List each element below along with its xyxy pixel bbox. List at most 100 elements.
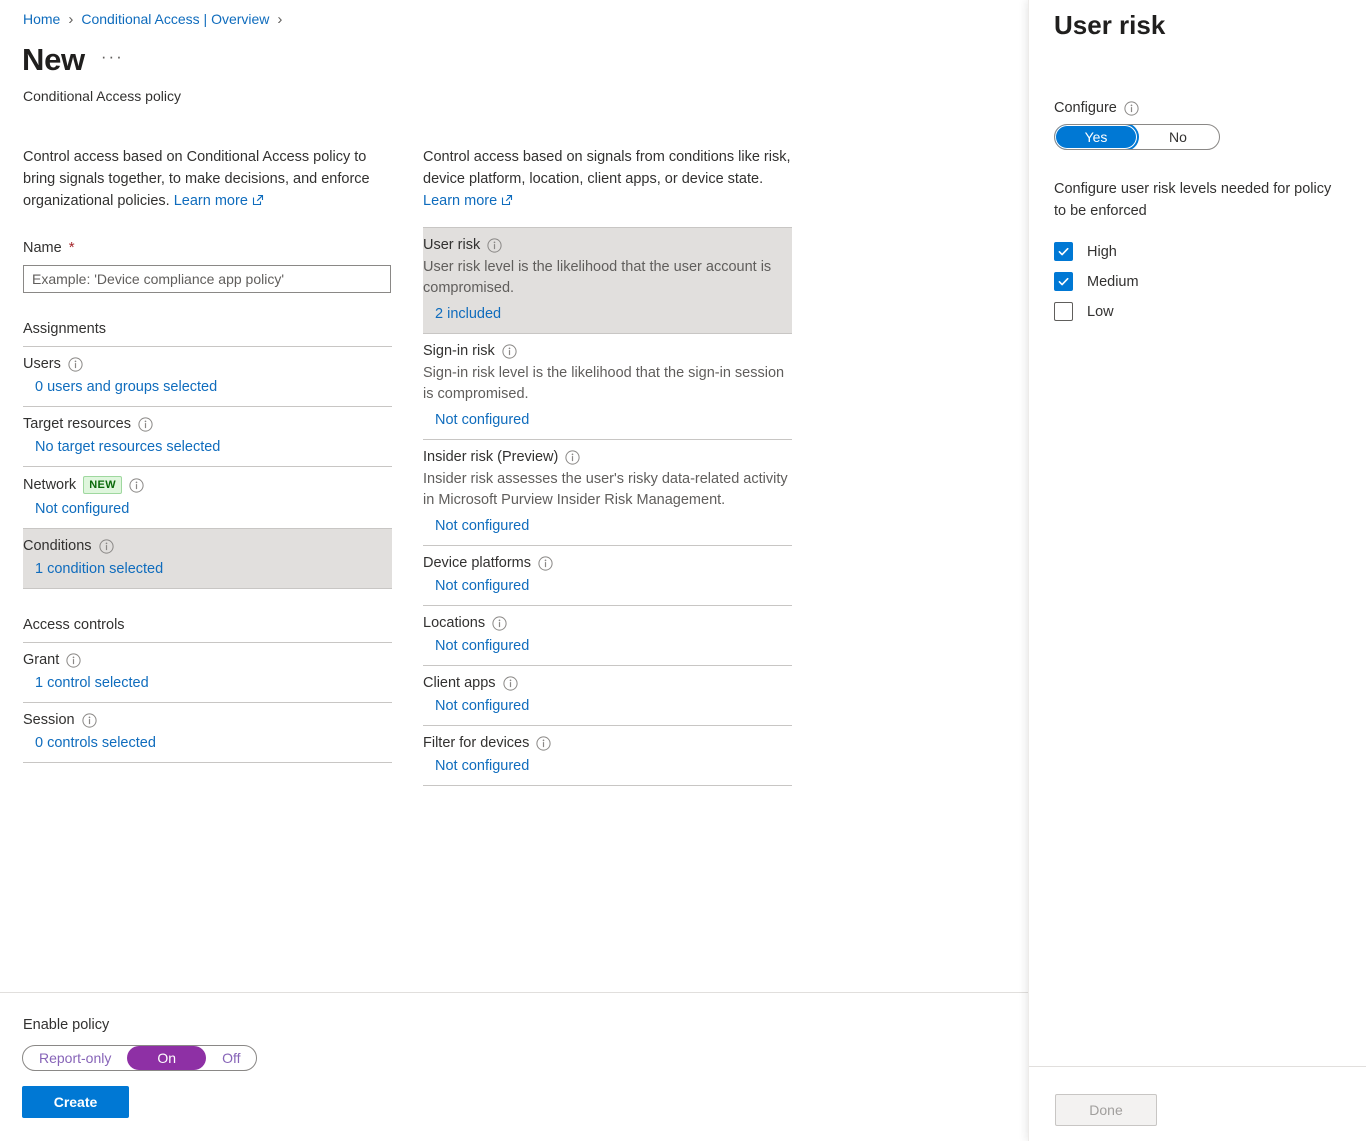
condition-row-device-platforms[interactable]: Device platforms Not configured bbox=[423, 545, 792, 605]
condition-row-description: User risk level is the likelihood that t… bbox=[423, 257, 792, 299]
assignment-row-value[interactable]: No target resources selected bbox=[23, 439, 392, 455]
policy-name-input[interactable] bbox=[23, 265, 391, 293]
create-button[interactable]: Create bbox=[22, 1086, 129, 1118]
info-icon[interactable] bbox=[1124, 101, 1139, 116]
condition-row-value[interactable]: Not configured bbox=[423, 638, 792, 654]
info-icon[interactable] bbox=[565, 450, 580, 465]
enable-policy-label: Enable policy bbox=[23, 1017, 109, 1033]
condition-row-value[interactable]: Not configured bbox=[423, 698, 792, 714]
condition-row-header: Insider risk (Preview) bbox=[423, 449, 792, 465]
checkbox-checked-icon[interactable] bbox=[1054, 242, 1073, 261]
info-icon[interactable] bbox=[129, 478, 144, 493]
assignment-row-conditions[interactable]: Conditions 1 condition selected bbox=[23, 528, 392, 588]
breadcrumb-separator-icon: › bbox=[277, 12, 282, 27]
access-control-row-value[interactable]: 0 controls selected bbox=[23, 735, 392, 751]
enable-policy-option-off[interactable]: Off bbox=[206, 1046, 256, 1070]
learn-more-link[interactable]: Learn more bbox=[174, 193, 264, 209]
access-control-row-session[interactable]: Session 0 controls selected bbox=[23, 702, 392, 762]
info-icon[interactable] bbox=[502, 344, 517, 359]
access-controls-list: Grant 1 control selected Session 0 contr… bbox=[23, 642, 392, 763]
assignment-row-target-resources[interactable]: Target resources No target resources sel… bbox=[23, 406, 392, 466]
assignment-row-value[interactable]: 0 users and groups selected bbox=[23, 379, 392, 395]
required-indicator: * bbox=[69, 239, 75, 256]
assignment-row-network[interactable]: Network NEW Not configured bbox=[23, 466, 392, 528]
policy-name-label-text: Name bbox=[23, 240, 62, 256]
learn-more-link[interactable]: Learn more bbox=[423, 193, 513, 209]
condition-row-value[interactable]: Not configured bbox=[423, 518, 792, 534]
condition-row-value[interactable]: Not configured bbox=[423, 758, 792, 774]
breadcrumb-item-home[interactable]: Home bbox=[23, 11, 60, 27]
info-icon[interactable] bbox=[536, 736, 551, 751]
info-icon[interactable] bbox=[68, 357, 83, 372]
external-link-icon bbox=[501, 191, 513, 213]
info-icon[interactable] bbox=[503, 676, 518, 691]
assignment-row-value[interactable]: 1 condition selected bbox=[23, 561, 392, 577]
risk-level-option-medium[interactable]: Medium bbox=[1054, 272, 1366, 291]
more-options-icon[interactable]: ··· bbox=[99, 44, 126, 75]
blade-scroll-area: Home › Conditional Access | Overview › N… bbox=[0, 0, 1028, 992]
condition-row-client-apps[interactable]: Client apps Not configured bbox=[423, 665, 792, 725]
configure-option-yes[interactable]: Yes bbox=[1055, 125, 1137, 149]
info-icon[interactable] bbox=[66, 653, 81, 668]
condition-row-value[interactable]: Not configured bbox=[423, 578, 792, 594]
info-icon[interactable] bbox=[82, 713, 97, 728]
page-title: New bbox=[22, 44, 85, 75]
done-button[interactable]: Done bbox=[1055, 1094, 1157, 1126]
assignments-list: Users 0 users and groups selected Target… bbox=[23, 346, 392, 589]
enable-policy-option-report-only[interactable]: Report-only bbox=[23, 1046, 127, 1070]
condition-row-header: Device platforms bbox=[423, 555, 792, 571]
info-icon[interactable] bbox=[538, 556, 553, 571]
assignments-column: Control access based on Conditional Acce… bbox=[23, 146, 392, 763]
risk-level-label: Medium bbox=[1087, 274, 1139, 290]
conditions-list: User risk User risk level is the likelih… bbox=[423, 227, 792, 795]
new-policy-blade: Home › Conditional Access | Overview › N… bbox=[0, 0, 1028, 1141]
panel-title: User risk bbox=[1054, 10, 1165, 41]
breadcrumb: Home › Conditional Access | Overview › bbox=[23, 11, 290, 27]
checkbox-checked-icon[interactable] bbox=[1054, 272, 1073, 291]
access-control-row-value[interactable]: 1 control selected bbox=[23, 675, 392, 691]
access-control-row-grant[interactable]: Grant 1 control selected bbox=[23, 642, 392, 702]
access-controls-heading: Access controls bbox=[23, 617, 392, 642]
info-icon[interactable] bbox=[487, 238, 502, 253]
learn-more-label: Learn more bbox=[423, 193, 497, 209]
condition-row-user-risk[interactable]: User risk User risk level is the likelih… bbox=[423, 227, 792, 333]
assignment-row-users[interactable]: Users 0 users and groups selected bbox=[23, 346, 392, 406]
condition-row-filter-for-devices[interactable]: Filter for devices Not configured bbox=[423, 725, 792, 785]
policy-intro-text: Control access based on Conditional Acce… bbox=[23, 146, 392, 213]
risk-level-label: Low bbox=[1087, 304, 1114, 320]
condition-row-label: Client apps bbox=[423, 675, 496, 691]
condition-row-value[interactable]: Not configured bbox=[423, 412, 792, 428]
checkbox-unchecked-icon[interactable] bbox=[1054, 302, 1073, 321]
condition-row-header: Locations bbox=[423, 615, 792, 631]
breadcrumb-item-conditional-access-overview[interactable]: Conditional Access | Overview bbox=[81, 11, 269, 27]
configure-label: Configure bbox=[1054, 100, 1366, 116]
info-icon[interactable] bbox=[492, 616, 507, 631]
enable-policy-option-on[interactable]: On bbox=[127, 1046, 206, 1070]
title-row: New ··· bbox=[22, 44, 126, 75]
info-icon[interactable] bbox=[138, 417, 153, 432]
condition-row-label: Filter for devices bbox=[423, 735, 529, 751]
conditions-intro-text: Control access based on signals from con… bbox=[423, 146, 792, 213]
condition-row-sign-in-risk[interactable]: Sign-in risk Sign-in risk level is the l… bbox=[423, 333, 792, 439]
condition-row-clipped[interactable] bbox=[423, 785, 792, 795]
configure-option-no[interactable]: No bbox=[1137, 125, 1219, 149]
condition-row-locations[interactable]: Locations Not configured bbox=[423, 605, 792, 665]
condition-row-value[interactable]: 2 included bbox=[423, 306, 792, 322]
access-controls-list-divider bbox=[23, 762, 392, 763]
access-control-row-label: Session bbox=[23, 712, 75, 728]
condition-row-label: Sign-in risk bbox=[423, 343, 495, 359]
risk-level-option-low[interactable]: Low bbox=[1054, 302, 1366, 321]
configure-toggle[interactable]: Yes No bbox=[1054, 124, 1220, 150]
condition-row-label: User risk bbox=[423, 237, 480, 253]
risk-level-option-high[interactable]: High bbox=[1054, 242, 1366, 261]
condition-row-description: Sign-in risk level is the likelihood tha… bbox=[423, 363, 792, 405]
enable-policy-toggle[interactable]: Report-only On Off bbox=[22, 1045, 257, 1071]
panel-footer: Done bbox=[1029, 1066, 1366, 1141]
info-icon[interactable] bbox=[99, 539, 114, 554]
conditional-access-new-policy-screen: Home › Conditional Access | Overview › N… bbox=[0, 0, 1366, 1141]
condition-row-description: Insider risk assesses the user's risky d… bbox=[423, 469, 792, 511]
condition-row-header: Client apps bbox=[423, 675, 792, 691]
condition-row-insider-risk[interactable]: Insider risk (Preview) Insider risk asse… bbox=[423, 439, 792, 545]
assignment-row-value[interactable]: Not configured bbox=[23, 501, 392, 517]
blade-footer: Enable policy Report-only On Off Create bbox=[0, 992, 1028, 1141]
